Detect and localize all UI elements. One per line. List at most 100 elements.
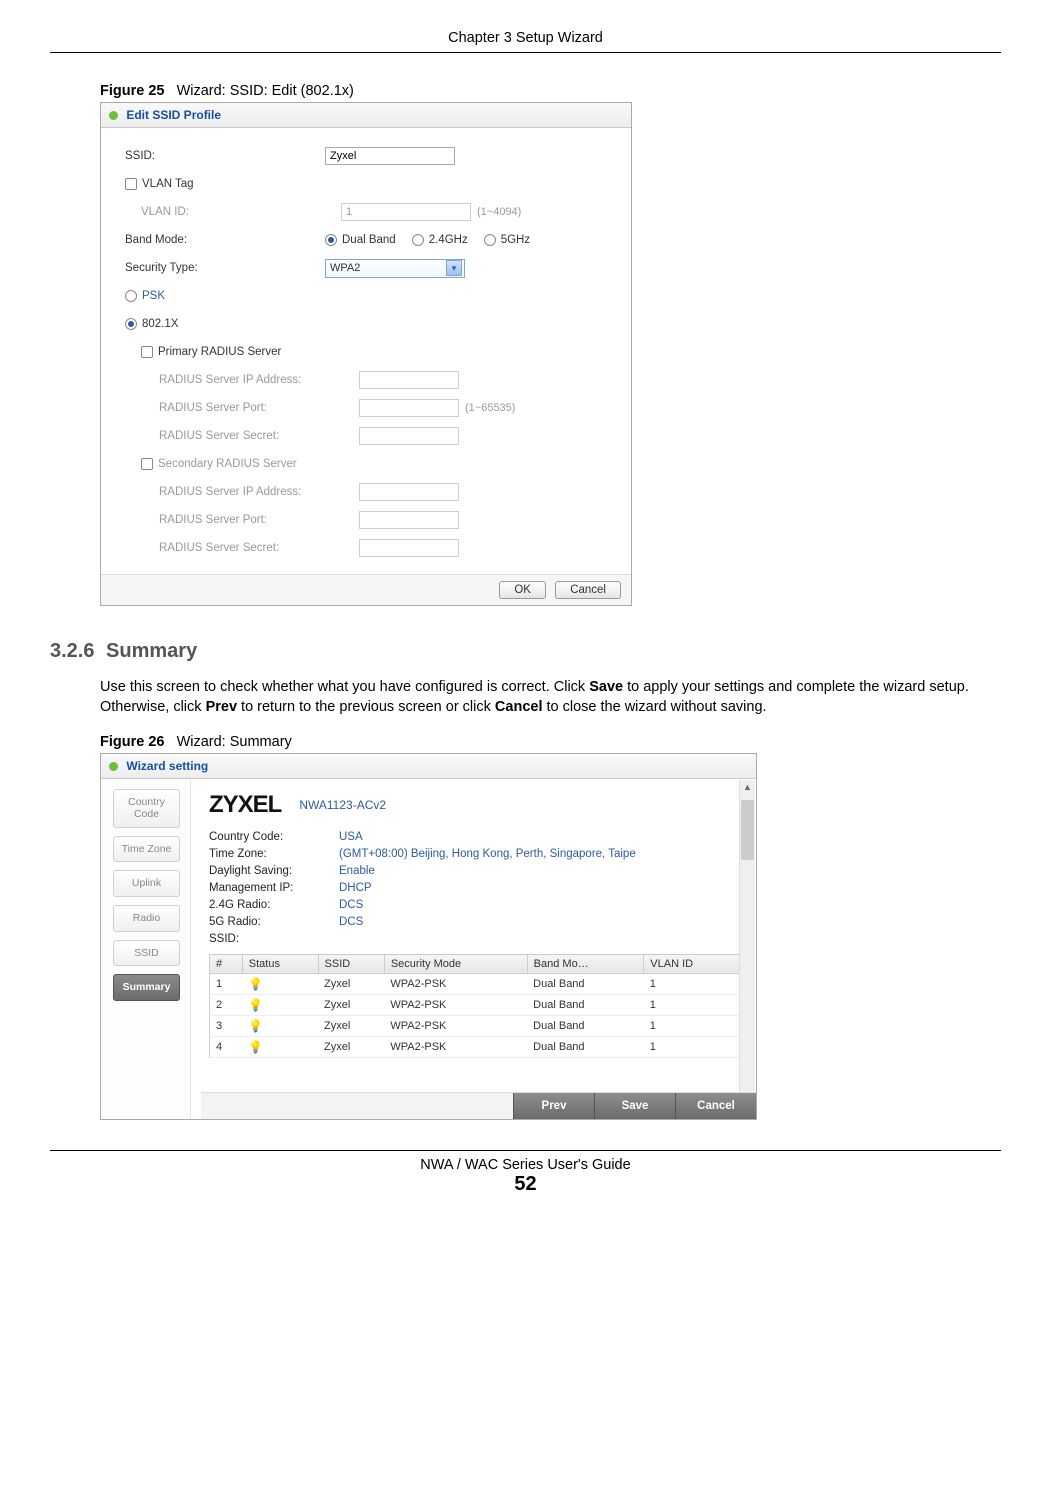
table-row[interactable]: 3💡ZyxelWPA2-PSKDual Band1 (210, 1015, 740, 1036)
security-type-value: WPA2 (330, 262, 360, 274)
table-cell: WPA2-PSK (384, 1015, 527, 1036)
dot1x-radio[interactable] (125, 318, 137, 330)
table-header: SSID (318, 954, 384, 973)
wizard-summary-dialog: Wizard setting Country Code Time Zone Up… (100, 753, 757, 1120)
p-radius-port-input[interactable] (359, 399, 459, 417)
table-cell: 1 (644, 1015, 740, 1036)
section-heading: 3.2.6 Summary (50, 640, 1001, 663)
table-row[interactable]: 4💡ZyxelWPA2-PSKDual Band1 (210, 1036, 740, 1057)
s-radius-ip-label: RADIUS Server IP Address: (125, 486, 359, 498)
secondary-radius-checkbox[interactable] (141, 458, 153, 470)
model-name: NWA1123-ACv2 (299, 798, 386, 812)
figure-25-num: Figure 25 (100, 83, 164, 99)
band-mode-label: Band Mode: (125, 234, 325, 246)
table-cell: Dual Band (527, 994, 644, 1015)
cancel-button[interactable]: Cancel (675, 1093, 756, 1119)
save-button[interactable]: Save (594, 1093, 675, 1119)
table-cell: Zyxel (318, 1015, 384, 1036)
s-radius-ip-input[interactable] (359, 483, 459, 501)
primary-radius-checkbox[interactable] (141, 346, 153, 358)
step-uplink[interactable]: Uplink (113, 870, 180, 897)
s-radius-port-label: RADIUS Server Port: (125, 514, 359, 526)
vlan-tag-label: VLAN Tag (142, 178, 194, 190)
s-radius-port-input[interactable] (359, 511, 459, 529)
table-header: Security Mode (384, 954, 527, 973)
bulb-icon: 💡 (248, 1019, 263, 1033)
footer-guide: NWA / WAC Series User's Guide (50, 1157, 1001, 1173)
table-cell: 💡 (242, 1036, 318, 1057)
summary-key: Time Zone: (209, 848, 339, 860)
figure-26-num: Figure 26 (100, 734, 164, 750)
page-footer: NWA / WAC Series User's Guide 52 (50, 1157, 1001, 1196)
ssid-label: SSID: (125, 150, 325, 162)
summary-value: DHCP (339, 882, 372, 894)
step-country-code[interactable]: Country Code (113, 789, 180, 828)
secondary-radius-label: Secondary RADIUS Server (158, 458, 297, 470)
title-dot-icon (109, 111, 118, 120)
p-radius-secret-label: RADIUS Server Secret: (125, 430, 359, 442)
p-radius-port-hint: (1~65535) (465, 402, 515, 414)
figure-25-text: Wizard: SSID: Edit (802.1x) (177, 83, 354, 99)
section-number: 3.2.6 (50, 640, 94, 662)
table-cell: 💡 (242, 1015, 318, 1036)
table-cell: 4 (210, 1036, 243, 1057)
security-type-select[interactable]: WPA2 ▾ (325, 259, 465, 278)
p-radius-ip-label: RADIUS Server IP Address: (125, 374, 359, 386)
step-summary[interactable]: Summary (113, 974, 180, 1001)
scroll-thumb[interactable] (741, 800, 754, 860)
summary-value: DCS (339, 916, 363, 928)
vlan-id-label: VLAN ID: (125, 206, 341, 218)
band-dual-radio[interactable] (325, 234, 337, 246)
table-cell: 💡 (242, 973, 318, 994)
vlan-id-input[interactable] (341, 203, 471, 221)
dialog-title: Edit SSID Profile (126, 108, 221, 122)
table-header: Band Mo… (527, 954, 644, 973)
ok-button[interactable]: OK (499, 581, 546, 599)
prev-button[interactable]: Prev (513, 1093, 594, 1119)
summary-key: 2.4G Radio: (209, 899, 339, 911)
summary-key: Daylight Saving: (209, 865, 339, 877)
bulb-icon: 💡 (248, 977, 263, 991)
bottom-rule (50, 1150, 1001, 1151)
table-cell: Dual Band (527, 1015, 644, 1036)
table-row[interactable]: 1💡ZyxelWPA2-PSKDual Band1 (210, 973, 740, 994)
s-radius-secret-input[interactable] (359, 539, 459, 557)
p-radius-secret-input[interactable] (359, 427, 459, 445)
wizard-main: ZYXEL NWA1123-ACv2 Country Code:USATime … (191, 779, 756, 1119)
section-title: Summary (106, 640, 197, 662)
p-radius-ip-input[interactable] (359, 371, 459, 389)
summary-key: Country Code: (209, 831, 339, 843)
table-row[interactable]: 2💡ZyxelWPA2-PSKDual Band1 (210, 994, 740, 1015)
chapter-header: Chapter 3 Setup Wizard (50, 30, 1001, 46)
bulb-icon: 💡 (248, 1040, 263, 1054)
scrollbar[interactable]: ▲ ▼ (739, 780, 755, 1118)
table-cell: 2 (210, 994, 243, 1015)
table-cell: 1 (644, 994, 740, 1015)
figure-25-caption: Figure 25 Wizard: SSID: Edit (802.1x) (100, 83, 1001, 99)
cancel-button[interactable]: Cancel (555, 581, 621, 599)
step-radio[interactable]: Radio (113, 905, 180, 932)
summary-row: 5G Radio:DCS (209, 914, 740, 931)
band-24-radio[interactable] (412, 234, 424, 246)
summary-key: SSID: (209, 933, 339, 945)
vlan-tag-checkbox[interactable] (125, 178, 137, 190)
summary-row: Time Zone:(GMT+08:00) Beijing, Hong Kong… (209, 846, 740, 863)
band-5-radio[interactable] (484, 234, 496, 246)
psk-radio[interactable] (125, 290, 137, 302)
step-time-zone[interactable]: Time Zone (113, 836, 180, 863)
scroll-up-icon[interactable]: ▲ (740, 780, 755, 795)
ssid-table: #StatusSSIDSecurity ModeBand Mo…VLAN ID … (209, 954, 740, 1058)
table-cell: 1 (644, 973, 740, 994)
table-cell: Zyxel (318, 994, 384, 1015)
wizard-steps: Country Code Time Zone Uplink Radio SSID… (101, 779, 191, 1119)
table-cell: WPA2-PSK (384, 1036, 527, 1057)
summary-value: DCS (339, 899, 363, 911)
table-cell: Zyxel (318, 973, 384, 994)
table-cell: 1 (644, 1036, 740, 1057)
band-dual-label: Dual Band (342, 234, 396, 246)
summary-key: Management IP: (209, 882, 339, 894)
chevron-down-icon: ▾ (446, 260, 462, 276)
zyxel-logo: ZYXEL (209, 791, 281, 819)
step-ssid[interactable]: SSID (113, 940, 180, 967)
ssid-input[interactable] (325, 147, 455, 165)
